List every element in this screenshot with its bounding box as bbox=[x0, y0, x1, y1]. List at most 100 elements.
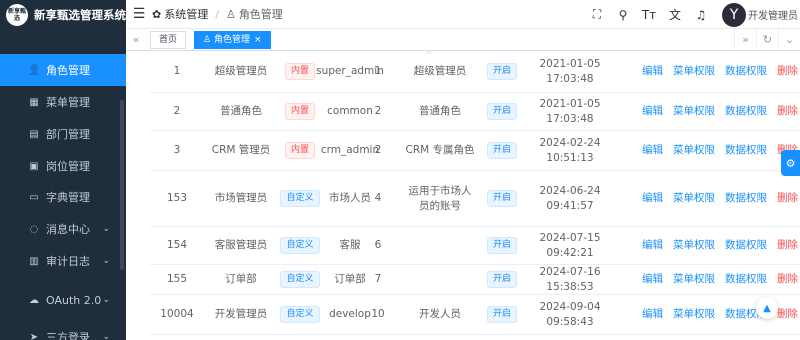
data-permission-button[interactable]: 数据权限 bbox=[725, 272, 767, 287]
tags-scroll-left-icon[interactable]: « bbox=[126, 29, 146, 51]
menu-permission-button[interactable]: 菜单权限 bbox=[673, 191, 715, 206]
cell-name: 订单部 bbox=[225, 273, 257, 285]
delete-button[interactable]: 删除 bbox=[777, 272, 798, 287]
cell-sort: 10 bbox=[371, 308, 385, 320]
cell-name: 普通角色 bbox=[220, 105, 262, 117]
edit-button[interactable]: 编辑 bbox=[642, 238, 663, 253]
user-icon: 👤 bbox=[28, 64, 41, 76]
sidebar-item[interactable]: ☁ OAuth 2.0 ⌄ bbox=[0, 284, 126, 316]
data-permission-button[interactable]: 数据权限 bbox=[725, 64, 767, 79]
sidebar-item[interactable]: ◌ 消息中心 ⌄ bbox=[0, 213, 126, 245]
sidebar-item-label: 消息中心 bbox=[46, 223, 90, 236]
delete-button[interactable]: 删除 bbox=[777, 104, 798, 119]
menu-permission-button[interactable]: 菜单权限 bbox=[673, 238, 715, 253]
data-permission-button[interactable]: 数据权限 bbox=[725, 191, 767, 206]
font-size-icon[interactable]: Tт bbox=[636, 8, 662, 22]
status-badge: 开启 bbox=[486, 271, 517, 288]
cell-id: 2 bbox=[173, 105, 181, 117]
sidebar-item[interactable]: ▣ 岗位管理 bbox=[0, 150, 126, 182]
delete-button[interactable]: 删除 bbox=[777, 64, 798, 79]
cloud-icon: ☁ bbox=[29, 294, 39, 306]
cell-name: CRM 管理员 bbox=[211, 144, 271, 156]
delete-button[interactable]: 删除 bbox=[777, 238, 798, 253]
data-permission-button[interactable]: 数据权限 bbox=[725, 143, 767, 158]
avatar[interactable]: Y bbox=[722, 2, 746, 27]
language-icon[interactable]: 文 bbox=[662, 6, 688, 23]
cell-actions: 编辑菜单权限数据权限删除 bbox=[642, 265, 800, 294]
sidebar-item[interactable]: 👤 角色管理 bbox=[0, 54, 126, 86]
cell-created: 2021-01-05 17:03:48 bbox=[539, 97, 601, 125]
delete-button[interactable]: 删除 bbox=[777, 191, 798, 206]
tag-home[interactable]: 首页 bbox=[150, 31, 187, 49]
table-row: 155 订单部 自定义 订单部 7 开启 2024-07-16 15:38:53 编辑 菜单权限… bbox=[150, 265, 800, 295]
edit-button[interactable]: 编辑 bbox=[642, 191, 663, 206]
tag-role-management[interactable]: ♙ 角色管理 × bbox=[194, 31, 271, 49]
data-permission-button[interactable]: 数据权限 bbox=[725, 104, 767, 119]
delete-button[interactable]: 删除 bbox=[777, 307, 798, 322]
status-badge: 开启 bbox=[486, 306, 517, 323]
cell-actions: 编辑菜单权限数据权限删除 bbox=[642, 171, 800, 226]
tag-role-label: 角色管理 bbox=[213, 35, 250, 45]
cell-sort: 4 bbox=[374, 192, 382, 204]
cell-name: 市场管理员 bbox=[214, 192, 268, 204]
breadcrumb-item-current: 角色管理 bbox=[238, 8, 283, 21]
cell-id: 3 bbox=[173, 144, 181, 156]
sidebar-item[interactable]: ▤ 部门管理 bbox=[0, 118, 126, 150]
user-name[interactable]: 开发管理员 bbox=[748, 7, 798, 22]
edit-button[interactable]: 编辑 bbox=[642, 272, 663, 287]
cell-remark: 开发人员 bbox=[419, 308, 461, 320]
cell-remark: 运用于市场人员的账号 bbox=[408, 184, 472, 212]
app-logo[interactable]: 新享甄选 新享甄选管理系统 bbox=[0, 0, 126, 30]
fullscreen-icon[interactable]: ⛶ bbox=[584, 7, 610, 22]
tags-scroll-right-icon[interactable]: » bbox=[734, 29, 756, 51]
refresh-icon[interactable]: ↻ bbox=[756, 29, 778, 51]
settings-gear-icon[interactable]: ⚙ bbox=[781, 150, 800, 176]
sidebar-item-label: 字典管理 bbox=[46, 191, 90, 204]
cell-created: 2024-06-24 09:41:57 bbox=[539, 184, 601, 212]
cell-sort: 2 bbox=[374, 144, 382, 156]
menu-permission-button[interactable]: 菜单权限 bbox=[673, 272, 715, 287]
cell-actions: 编辑菜单权限数据权限删除 bbox=[642, 131, 800, 170]
user-icon: ♙ bbox=[225, 7, 236, 21]
sidebar-item[interactable]: ▥ 审计日志 ⌄ bbox=[0, 245, 126, 277]
back-to-top-icon[interactable]: ▲ bbox=[756, 297, 778, 319]
sidebar-item[interactable]: ➤ 三方登录 ⌄ bbox=[0, 321, 126, 340]
cell-created: 2024-07-16 15:38:53 bbox=[539, 265, 601, 293]
breadcrumb-item-system[interactable]: 系统管理 bbox=[164, 6, 208, 22]
data-permission-button[interactable]: 数据权限 bbox=[725, 238, 767, 253]
edit-button[interactable]: 编辑 bbox=[642, 143, 663, 158]
breadcrumb-separator: / bbox=[215, 7, 219, 21]
app-title: 新享甄选管理系统 bbox=[34, 8, 126, 22]
cell-remark: 普通角色 bbox=[419, 105, 461, 117]
chevron-down-icon[interactable]: ⌄ bbox=[778, 29, 800, 51]
hamburger-icon[interactable]: ☰ bbox=[126, 6, 152, 22]
edit-button[interactable]: 编辑 bbox=[642, 104, 663, 119]
edit-button[interactable]: 编辑 bbox=[642, 307, 663, 322]
cell-remark bbox=[405, 227, 475, 264]
menu-permission-button[interactable]: 菜单权限 bbox=[673, 64, 715, 79]
sidebar-item-label: 角色管理 bbox=[46, 64, 90, 77]
menu-permission-button[interactable]: 菜单权限 bbox=[673, 143, 715, 158]
post-icon: ▣ bbox=[29, 160, 39, 172]
cell-remark bbox=[405, 265, 475, 294]
table-row: 3 CRM 管理员 内置 crm_admin 2 CRM 专属角色 开启 2024-02-24… bbox=[150, 131, 800, 171]
cell-id: 155 bbox=[166, 273, 188, 285]
menu-permission-button[interactable]: 菜单权限 bbox=[673, 307, 715, 322]
menu-permission-button[interactable]: 菜单权限 bbox=[673, 104, 715, 119]
cell-actions: 编辑菜单权限数据权限删除 bbox=[642, 227, 800, 264]
bell-icon[interactable]: ♫ bbox=[688, 8, 714, 22]
status-badge: 开启 bbox=[486, 103, 517, 120]
search-icon[interactable]: ⚲ bbox=[610, 8, 636, 22]
table-row: 10004 开发管理员 自定义 develop 10 开发人员 开启 2024-09-04 0… bbox=[150, 295, 800, 335]
edit-button[interactable]: 编辑 bbox=[642, 64, 663, 79]
cell-created: 2021-01-05 17:03:48 bbox=[539, 57, 601, 85]
cell-name: 开发管理员 bbox=[214, 308, 268, 320]
cell-name: 客服管理员 bbox=[214, 239, 268, 251]
cell-sort: 6 bbox=[374, 239, 382, 251]
tag-home-label: 首页 bbox=[159, 35, 178, 45]
sidebar-item[interactable]: ▭ 字典管理 bbox=[0, 181, 126, 213]
close-icon[interactable]: × bbox=[254, 35, 262, 45]
sidebar-item[interactable]: ▦ 菜单管理 bbox=[0, 86, 126, 118]
chevron-down-icon: ⌄ bbox=[102, 256, 110, 266]
sidebar-scrollbar[interactable] bbox=[120, 100, 124, 270]
